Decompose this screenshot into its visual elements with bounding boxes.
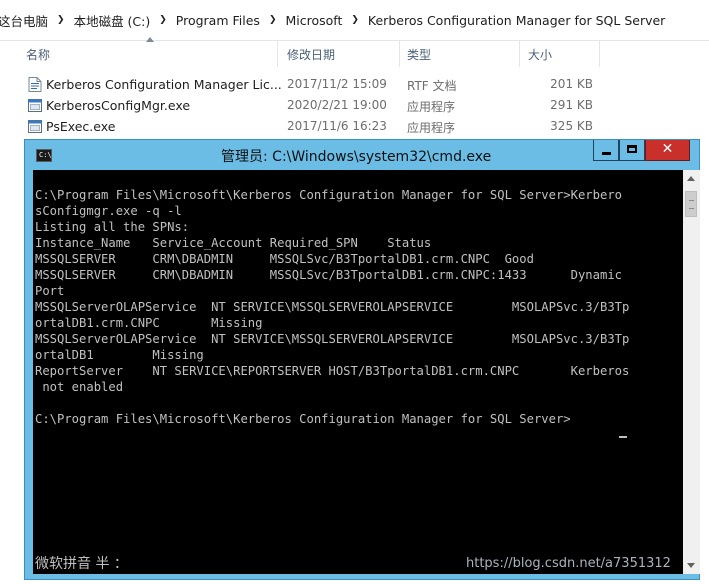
file-row[interactable]: Kerberos Configuration Manager Lic... 20… [28, 74, 708, 95]
breadcrumb: 这台电脑 ❯ 本地磁盘 (C:) ❯ Program Files ❯ Micro… [0, 0, 709, 41]
column-header-modified[interactable]: 修改日期 [278, 41, 400, 67]
chevron-right-icon[interactable]: ❯ [57, 15, 65, 25]
console-output-area[interactable]: C:\Program Files\Microsoft\Kerberos Conf… [33, 170, 683, 574]
file-row[interactable]: PsExec.exe 2017/11/6 16:23 应用程序 325 KB [28, 116, 708, 137]
file-type: 应用程序 [407, 100, 456, 114]
file-modified: 2017/11/2 15:09 [287, 77, 387, 91]
breadcrumb-item-kerberos-folder[interactable]: Kerberos Configuration Manager for SQL S… [368, 13, 665, 28]
chevron-right-icon[interactable]: ❯ [269, 15, 277, 25]
breadcrumb-item-this-pc[interactable]: 这台电脑 [0, 11, 48, 30]
minimize-button[interactable] [593, 140, 619, 161]
rtf-document-icon [28, 77, 42, 92]
file-name: PsExec.exe [46, 119, 116, 134]
cmd-app-icon[interactable]: C:\ [36, 149, 52, 162]
vertical-scrollbar[interactable] [683, 170, 700, 574]
cmd-window[interactable]: C:\ 管理员: C:\Windows\system32\cmd.exe ✕ C… [24, 139, 700, 580]
application-icon [28, 120, 42, 133]
window-title: 管理员: C:\Windows\system32\cmd.exe [221, 149, 492, 165]
file-size: 325 KB [550, 119, 593, 133]
file-name: Kerberos Configuration Manager Lic... [46, 77, 282, 92]
file-name: KerberosConfigMgr.exe [46, 98, 191, 113]
file-type: RTF 文档 [407, 79, 457, 93]
file-modified: 2017/11/6 16:23 [287, 119, 387, 133]
file-size: 201 KB [550, 77, 593, 91]
file-row[interactable]: KerberosConfigMgr.exe 2020/2/21 19:00 应用… [28, 95, 708, 116]
file-size: 291 KB [550, 98, 593, 112]
application-icon [28, 99, 42, 112]
scroll-thumb[interactable] [685, 191, 697, 217]
file-type: 应用程序 [407, 121, 456, 135]
close-button[interactable]: ✕ [645, 140, 690, 161]
scroll-up-icon[interactable] [683, 170, 700, 187]
close-icon: ✕ [661, 141, 674, 157]
ime-status: 微软拼音 半 ： [35, 556, 128, 572]
maximize-button[interactable] [619, 140, 645, 161]
chevron-right-icon[interactable]: ❯ [351, 15, 359, 25]
column-header-type[interactable]: 类型 [400, 41, 520, 67]
maximize-icon [627, 145, 637, 153]
title-bar[interactable]: C:\ 管理员: C:\Windows\system32\cmd.exe ✕ [25, 140, 699, 170]
breadcrumb-item-microsoft[interactable]: Microsoft [285, 13, 342, 28]
console-text: C:\Program Files\Microsoft\Kerberos Conf… [35, 188, 630, 426]
column-header-size[interactable]: 大小 [520, 41, 600, 67]
scroll-down-icon[interactable] [683, 557, 700, 574]
chevron-right-icon[interactable]: ❯ [159, 15, 167, 25]
breadcrumb-item-program-files[interactable]: Program Files [176, 13, 260, 28]
breadcrumb-item-local-disk[interactable]: 本地磁盘 (C:) [74, 11, 151, 30]
watermark-text: https://blog.csdn.net/a7351312 [466, 556, 671, 571]
minimize-icon [602, 152, 611, 155]
column-header-name[interactable]: 名称 [10, 41, 278, 67]
file-modified: 2020/2/21 19:00 [287, 98, 387, 112]
text-cursor [619, 436, 627, 438]
